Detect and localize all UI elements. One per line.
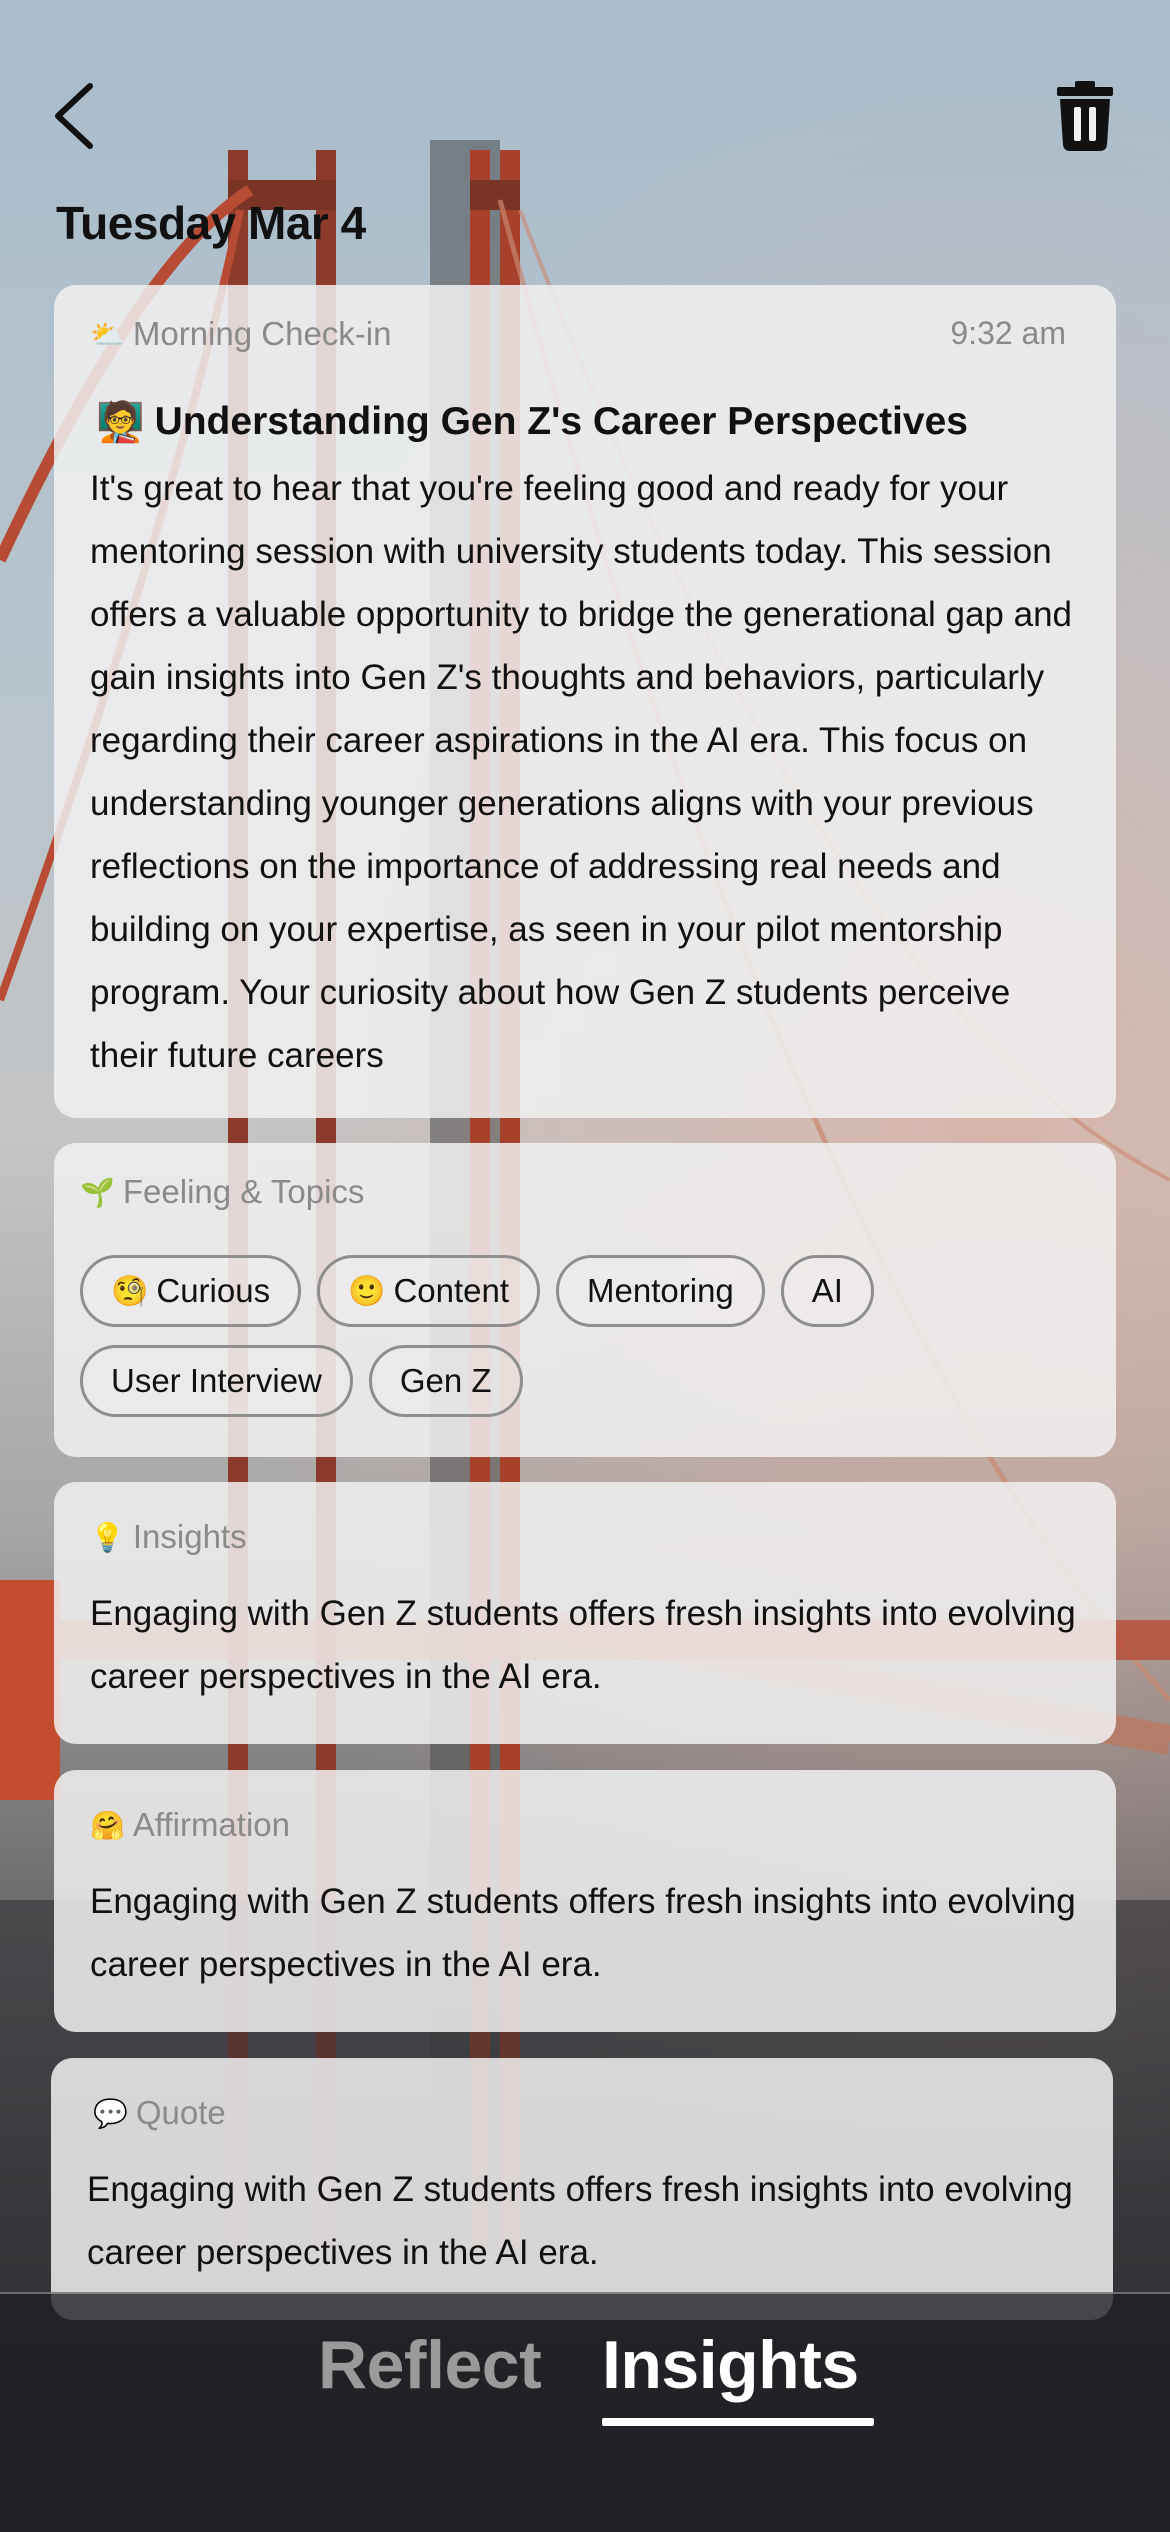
affirmation-label: 🤗 Affirmation [90, 1806, 290, 1844]
checkin-card: ⛅ Morning Check-in 9:32 am 🧑‍🏫 Understan… [54, 285, 1116, 1118]
quote-label: 💬 Quote [93, 2094, 226, 2132]
delete-button[interactable] [1050, 76, 1120, 156]
cloud-sun-icon: ⛅ [90, 318, 125, 350]
chip-mentoring[interactable]: Mentoring [556, 1255, 765, 1327]
checkin-label-text: Morning Check-in [132, 315, 392, 352]
smiling-face-icon: 🙂 [348, 1274, 386, 1308]
tab-insights[interactable]: Insights [602, 2326, 859, 2404]
chip-gen-z[interactable]: Gen Z [368, 1345, 523, 1417]
insights-label-text: Insights [132, 1518, 247, 1555]
chip-user-interview[interactable]: User Interview [80, 1345, 353, 1417]
speech-bubble-icon: 💬 [93, 2097, 128, 2129]
journal-entry-screen: Tuesday Mar 4 ⛅ Morning Check-in 9:32 am… [0, 0, 1170, 2532]
checkin-label: ⛅ Morning Check-in [90, 315, 391, 353]
teacher-icon: 🧑‍🏫 [96, 401, 145, 444]
active-tab-indicator [602, 2418, 874, 2426]
checkin-heading-text: Understanding Gen Z's Career Perspective… [154, 400, 968, 443]
insights-label: 💡 Insights [90, 1518, 247, 1556]
topics-label: 🌱 Feeling & Topics [80, 1173, 364, 1211]
topics-card: 🌱 Feeling & Topics 🧐 Curious 🙂 Content M… [54, 1143, 1116, 1457]
affirmation-label-text: Affirmation [132, 1806, 290, 1843]
checkin-time: 9:32 am [950, 315, 1066, 351]
tab-reflect[interactable]: Reflect [318, 2326, 542, 2404]
quote-body: Engaging with Gen Z students offers fres… [87, 2170, 1073, 2272]
entry-date-title: Tuesday Mar 4 [56, 197, 366, 249]
quote-label-text: Quote [135, 2094, 226, 2131]
bottom-tab-bar [0, 2292, 1170, 2532]
chevron-left-icon [55, 83, 93, 149]
back-button[interactable] [44, 76, 104, 156]
insights-card: 💡 Insights Engaging with Gen Z students … [54, 1482, 1116, 1744]
monocle-face-icon: 🧐 [111, 1274, 149, 1308]
hugging-face-icon: 🤗 [90, 1809, 125, 1841]
quote-card: 💬 Quote Engaging with Gen Z students off… [51, 2058, 1113, 2320]
seedling-icon: 🌱 [80, 1176, 115, 1208]
chip-content[interactable]: 🙂 Content [317, 1255, 541, 1327]
topic-chip-list: 🧐 Curious 🙂 Content Mentoring AI User In… [80, 1255, 1090, 1417]
chip-ai[interactable]: AI [780, 1255, 874, 1327]
affirmation-body: Engaging with Gen Z students offers fres… [90, 1882, 1076, 1984]
insights-body: Engaging with Gen Z students offers fres… [90, 1594, 1076, 1696]
chip-curious[interactable]: 🧐 Curious [80, 1255, 302, 1327]
checkin-heading: 🧑‍🏫 Understanding Gen Z's Career Perspec… [96, 399, 968, 445]
lightbulb-icon: 💡 [90, 1521, 125, 1553]
trash-icon [1057, 81, 1113, 151]
checkin-body: It's great to hear that you're feeling g… [90, 469, 1073, 1075]
topics-label-text: Feeling & Topics [122, 1173, 365, 1210]
affirmation-card: 🤗 Affirmation Engaging with Gen Z studen… [54, 1770, 1116, 2032]
